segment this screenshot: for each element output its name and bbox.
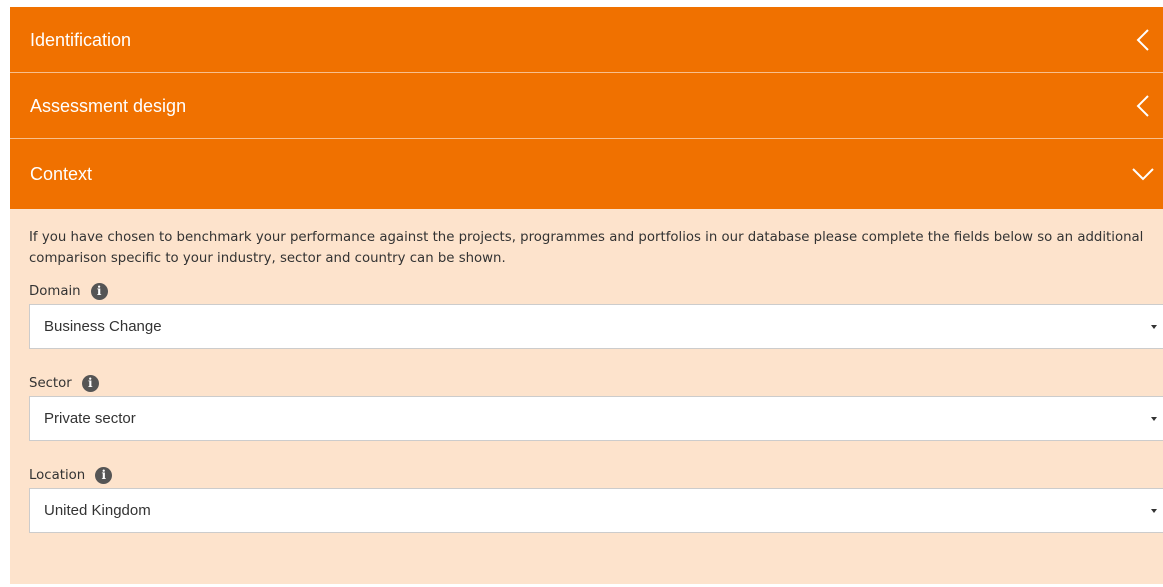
chevron-down-icon[interactable] <box>1123 139 1163 209</box>
accordion-header-identification[interactable]: Identification <box>10 7 1163 73</box>
location-select[interactable]: United Kingdom <box>29 488 1163 533</box>
accordion: Identification Assessment design Context… <box>10 7 1163 587</box>
sector-selected-value: Private sector <box>44 410 136 427</box>
accordion-header-context[interactable]: Context <box>10 139 1163 209</box>
caret-down-icon <box>1151 417 1157 421</box>
caret-down-icon <box>1151 509 1157 513</box>
info-icon[interactable]: i <box>81 374 99 392</box>
sector-field: Sector i Private sector <box>29 372 1163 441</box>
accordion-title: Identification <box>30 30 132 50</box>
accordion-title: Assessment design <box>30 96 187 116</box>
domain-label: Domain <box>29 283 81 299</box>
chevron-left-icon[interactable] <box>1123 73 1163 138</box>
field-label-row: Location i <box>29 464 1163 486</box>
accordion-header-assessment-design[interactable]: Assessment design <box>10 73 1163 139</box>
info-icon[interactable]: i <box>95 466 113 484</box>
location-label: Location <box>29 467 86 483</box>
domain-select[interactable]: Business Change <box>29 304 1163 349</box>
caret-down-icon <box>1151 325 1157 329</box>
context-panel: If you have chosen to benchmark your per… <box>10 209 1163 584</box>
domain-selected-value: Business Change <box>44 318 162 335</box>
sector-select[interactable]: Private sector <box>29 396 1163 441</box>
accordion-title: Context <box>30 164 93 184</box>
chevron-left-icon[interactable] <box>1123 7 1163 72</box>
domain-field: Domain i Business Change <box>29 280 1163 349</box>
info-icon[interactable]: i <box>90 282 108 300</box>
field-label-row: Sector i <box>29 372 1163 394</box>
location-field: Location i United Kingdom <box>29 464 1163 533</box>
location-selected-value: United Kingdom <box>44 502 151 519</box>
context-intro-text: If you have chosen to benchmark your per… <box>29 230 1144 266</box>
field-label-row: Domain i <box>29 280 1163 302</box>
sector-label: Sector <box>29 375 72 391</box>
